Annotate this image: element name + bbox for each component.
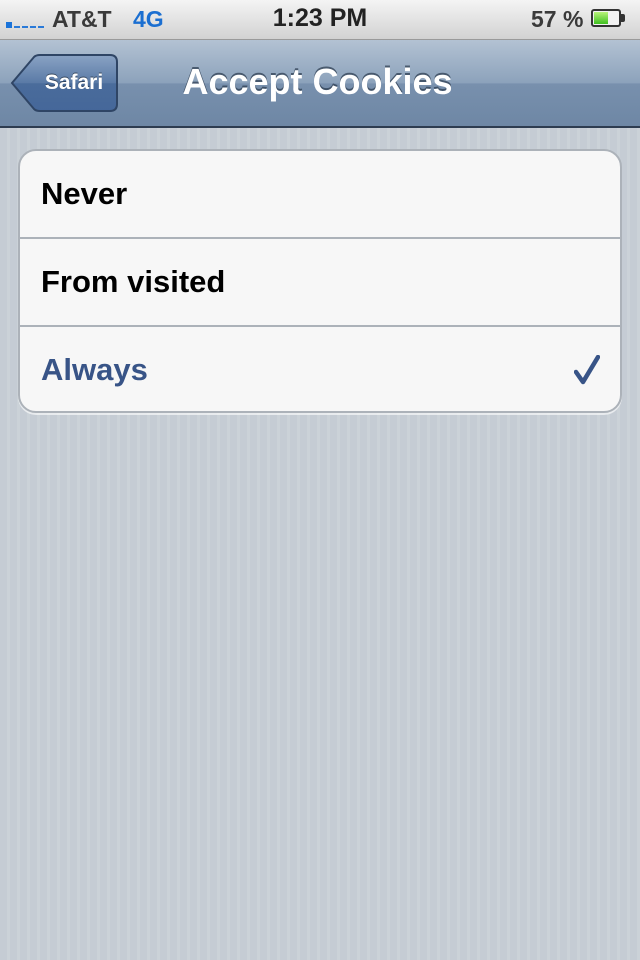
checkmark-icon — [574, 355, 600, 385]
option-from-visited[interactable]: From visited — [20, 239, 620, 327]
battery-tip — [621, 14, 625, 22]
battery-percent: 57 % — [531, 6, 584, 32]
cookie-options-group: Never From visited Always — [18, 149, 622, 413]
battery-level-fill — [594, 12, 608, 24]
option-never[interactable]: Never — [20, 151, 620, 239]
back-button[interactable]: Safari — [10, 54, 118, 112]
back-button-label: Safari — [44, 71, 104, 94]
page-title: Accept Cookies — [182, 61, 453, 102]
option-label: Always — [41, 352, 148, 387]
option-label: From visited — [41, 264, 226, 299]
navigation-bar: Safari Accept Cookies — [0, 40, 640, 128]
option-always[interactable]: Always — [20, 327, 620, 411]
status-bar: AT&T 4G 1:23 PM 57 % — [0, 0, 640, 40]
battery-icon — [591, 9, 621, 27]
option-label: Never — [41, 176, 128, 211]
